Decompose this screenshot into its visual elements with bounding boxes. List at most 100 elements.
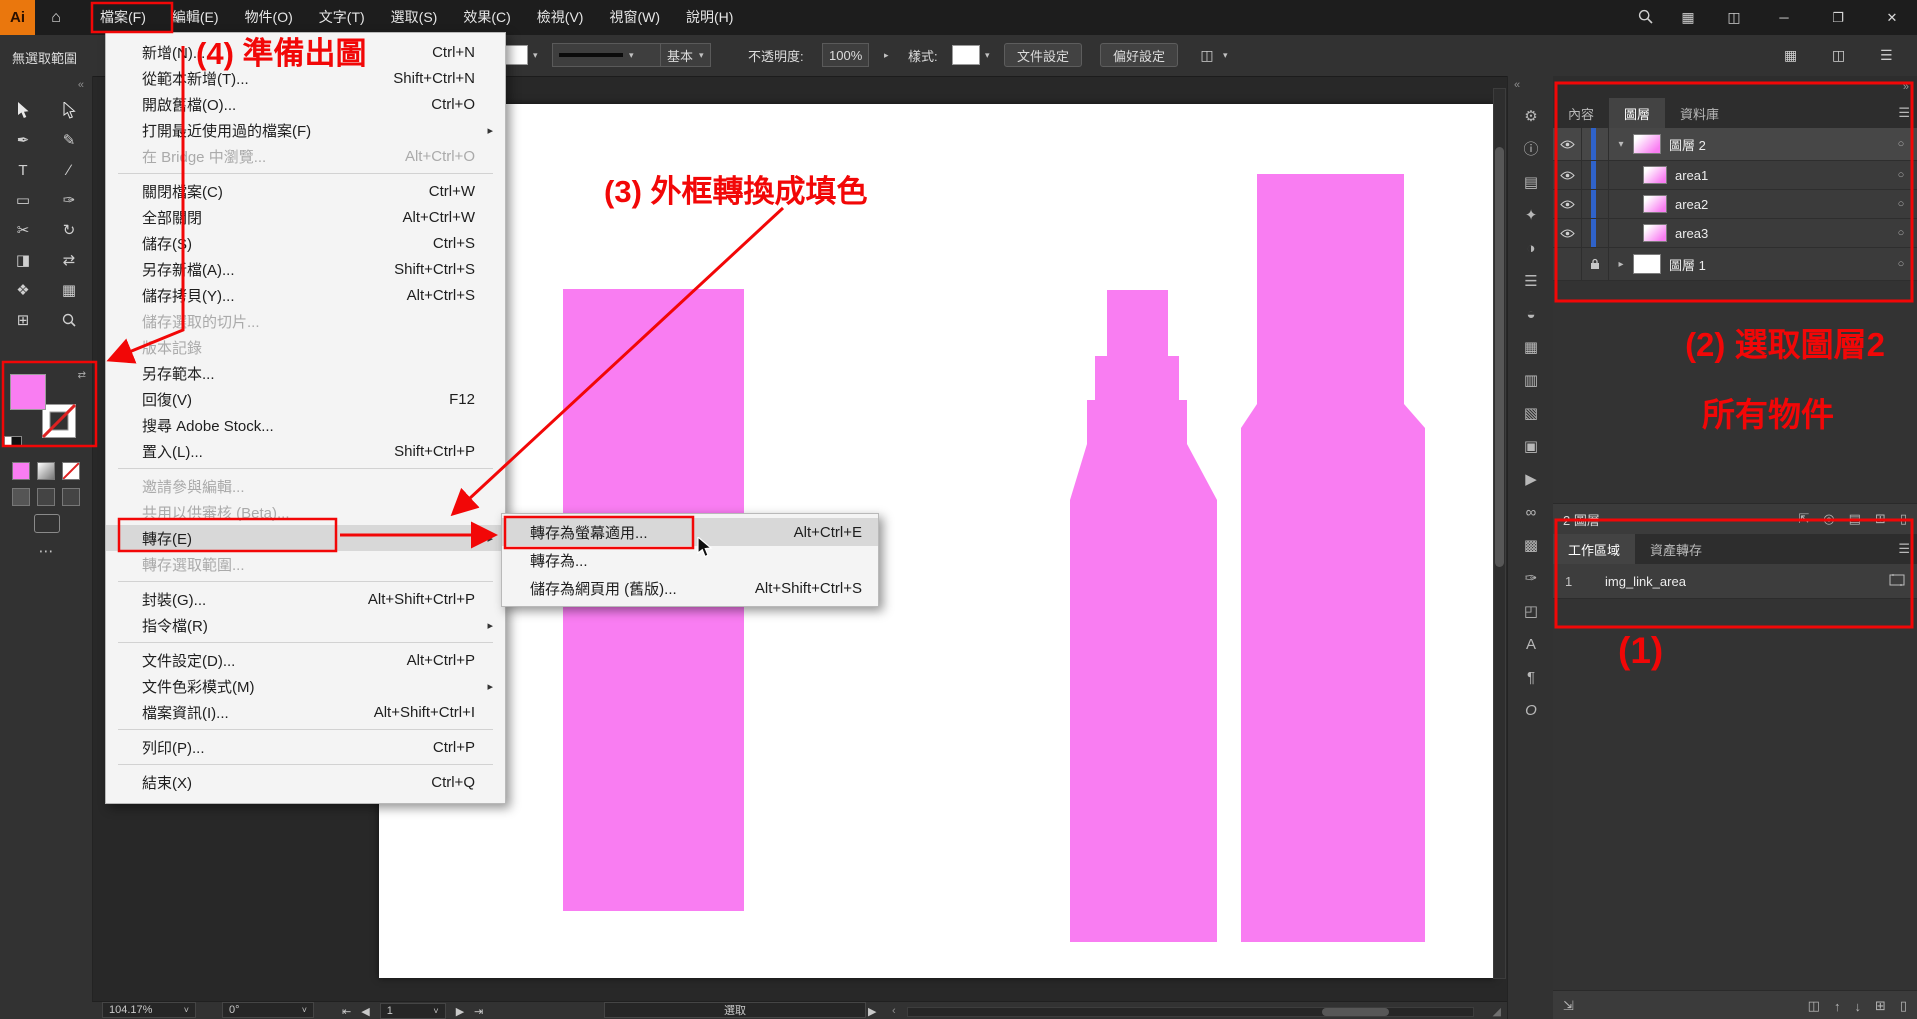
stock-icon[interactable]: ✦ xyxy=(1525,204,1538,227)
menu-item-export-as[interactable]: 轉存為... xyxy=(502,546,878,574)
menu-item-open-recent[interactable]: 打開最近使用過的檔案(F)▸ xyxy=(106,117,505,143)
make-mask-icon[interactable]: ◎ xyxy=(1823,511,1834,527)
locate-object-icon[interactable]: ⇱ xyxy=(1798,511,1809,527)
pen-nib-icon[interactable]: ✑ xyxy=(1525,567,1538,590)
tab-asset-export[interactable]: 資產轉存 xyxy=(1635,534,1717,564)
next-artboard-icon[interactable]: ▶ xyxy=(456,1005,464,1018)
menu-window[interactable]: 視窗(W) xyxy=(596,0,673,35)
menu-select[interactable]: 選取(S) xyxy=(378,0,451,35)
grid-icon[interactable]: ▦ xyxy=(1524,336,1538,359)
artboard-number-dropdown[interactable]: 1˅ xyxy=(380,1003,446,1019)
delete-artboard-icon[interactable]: ▯ xyxy=(1900,998,1907,1014)
artboards-panel-menu-icon[interactable]: ☰ xyxy=(1898,534,1910,564)
direct-selection-tool[interactable] xyxy=(54,98,84,122)
menu-item-new[interactable]: 新增(N)...Ctrl+N xyxy=(106,39,505,65)
mask-mode-icon[interactable] xyxy=(62,488,80,506)
tab-layers[interactable]: 圖層 xyxy=(1609,98,1665,128)
pattern-icon[interactable]: ▧ xyxy=(1524,402,1538,425)
menu-item-document-setup[interactable]: 文件設定(D)...Alt+Ctrl+P xyxy=(106,647,505,673)
home-icon[interactable]: ⌂ xyxy=(35,9,77,27)
menu-item-save-copy[interactable]: 儲存拷貝(Y)...Alt+Ctrl+S xyxy=(106,282,505,308)
rows-icon[interactable]: ▥ xyxy=(1524,369,1538,392)
link-icon[interactable]: ∞ xyxy=(1526,501,1537,524)
paragraph-icon[interactable]: ¶ xyxy=(1527,666,1535,689)
menu-file[interactable]: 檔案(F) xyxy=(87,0,159,35)
type-tool[interactable]: T xyxy=(8,158,38,182)
middle-bottle-shape[interactable] xyxy=(1070,290,1217,942)
zoom-tool[interactable] xyxy=(54,308,84,332)
restore-button[interactable]: ❐ xyxy=(1823,10,1853,26)
object-name[interactable]: area1 xyxy=(1675,168,1885,183)
dock-expand-icon[interactable]: « xyxy=(1508,76,1520,95)
layers-panel-menu-icon[interactable]: ☰ xyxy=(1898,98,1910,128)
layer-row-area2[interactable]: area2 ○ xyxy=(1553,190,1917,219)
first-artboard-icon[interactable]: ⇤ xyxy=(342,1005,351,1018)
previous-artboard-icon[interactable]: ◀ xyxy=(361,1005,369,1018)
visibility-eye-icon[interactable] xyxy=(1553,219,1582,247)
object-thumbnail[interactable] xyxy=(1643,224,1667,242)
menu-item-new-from-template[interactable]: 從範本新增(T)...Shift+Ctrl+N xyxy=(106,65,505,91)
toolbar-collapse-icon[interactable]: « xyxy=(0,76,92,91)
curvature-tool[interactable]: ✎ xyxy=(54,128,84,152)
contrast-icon[interactable]: ◑ xyxy=(1526,237,1535,260)
menu-object[interactable]: 物件(O) xyxy=(232,0,306,35)
gradient-mode-button[interactable] xyxy=(37,462,55,480)
layer-name[interactable]: 圖層 2 xyxy=(1669,135,1885,154)
visibility-eye-icon[interactable] xyxy=(1553,190,1582,218)
toolbar-overflow-button[interactable]: ⋯ xyxy=(0,542,92,560)
visibility-eye-icon[interactable] xyxy=(1553,128,1582,160)
layer-row-layer1[interactable]: ▸ 圖層 1 ○ xyxy=(1553,248,1917,281)
move-down-icon[interactable]: ↓ xyxy=(1854,999,1861,1014)
rotate-tool[interactable]: ↻ xyxy=(54,218,84,242)
artboard-name[interactable]: img_link_area xyxy=(1605,574,1889,589)
layer-selection-column[interactable] xyxy=(1582,128,1609,160)
shade-icon[interactable]: ▩ xyxy=(1524,534,1538,557)
visibility-eye-icon[interactable] xyxy=(1553,161,1582,189)
menu-item-package[interactable]: 封裝(G)...Alt+Shift+Ctrl+P xyxy=(106,586,505,612)
search-icon[interactable] xyxy=(1638,9,1653,27)
horizontal-scrollbar[interactable] xyxy=(907,1007,1474,1017)
artboard-icon[interactable] xyxy=(1889,574,1905,589)
stroke-style-dropdown[interactable]: ▾ xyxy=(552,43,662,67)
opacity-value-field[interactable]: 100% xyxy=(822,43,869,67)
workspace-grid-icon[interactable]: ▦ xyxy=(1677,9,1699,26)
width-tool[interactable]: ⇄ xyxy=(54,248,84,272)
menu-item-close[interactable]: 關閉檔案(C)Ctrl+W xyxy=(106,178,505,204)
layer-thumbnail[interactable] xyxy=(1633,254,1661,274)
menu-item-file-info[interactable]: 檔案資訊(I)...Alt+Shift+Ctrl+I xyxy=(106,699,505,725)
chart-icon[interactable]: ▤ xyxy=(1524,171,1538,194)
move-up-icon[interactable]: ↑ xyxy=(1834,999,1841,1014)
rearrange-artboards-icon[interactable]: ◫ xyxy=(1808,998,1820,1014)
layer-name[interactable]: 圖層 1 xyxy=(1669,255,1885,274)
object-thumbnail[interactable] xyxy=(1643,166,1667,184)
exit-artboard-icon[interactable]: ⇲ xyxy=(1563,998,1574,1014)
crop-icon[interactable]: ◰ xyxy=(1524,600,1538,623)
brush-definition-dropdown[interactable]: 基本▾ xyxy=(660,43,711,67)
collapsed-layer-icon[interactable]: ▸ xyxy=(1609,259,1633,270)
target-circle-icon[interactable]: ○ xyxy=(1885,138,1917,150)
shape-builder-tool[interactable]: ◨ xyxy=(8,248,38,272)
menu-item-save-for-web[interactable]: 儲存為網頁用 (舊版)...Alt+Shift+Ctrl+S xyxy=(502,574,878,602)
menu-item-print[interactable]: 列印(P)...Ctrl+P xyxy=(106,734,505,760)
swatch-icon[interactable]: ▣ xyxy=(1524,435,1538,458)
right-bottle-shape[interactable] xyxy=(1241,174,1425,942)
scroll-left-icon[interactable]: ‹ xyxy=(892,1002,896,1019)
layer-row-area3[interactable]: area3 ○ xyxy=(1553,219,1917,248)
horizontal-scrollbar-thumb[interactable] xyxy=(1322,1008,1389,1016)
rectangle-tool[interactable]: ▭ xyxy=(8,188,38,212)
menu-item-document-color-mode[interactable]: 文件色彩模式(M)▸ xyxy=(106,673,505,699)
menu-item-scripts[interactable]: 指令檔(R)▸ xyxy=(106,612,505,638)
controlbar-menu-icon[interactable]: ☰ xyxy=(1880,43,1902,67)
lock-icon[interactable] xyxy=(1582,248,1609,280)
delete-layer-icon[interactable]: ▯ xyxy=(1900,511,1907,527)
object-thumbnail[interactable] xyxy=(1643,195,1667,213)
color-mode-button[interactable] xyxy=(12,462,30,480)
menu-item-open[interactable]: 開啟舊檔(O)...Ctrl+O xyxy=(106,91,505,117)
graph-tool[interactable]: ▦ xyxy=(54,278,84,302)
opacity-label[interactable]: 不透明度: xyxy=(748,43,804,67)
layer-selection-column[interactable] xyxy=(1582,190,1609,218)
scissors-tool[interactable]: ✂ xyxy=(8,218,38,242)
menu-item-close-all[interactable]: 全部關閉Alt+Ctrl+W xyxy=(106,204,505,230)
layer-thumbnail[interactable] xyxy=(1633,134,1661,154)
menu-edit[interactable]: 編輯(E) xyxy=(159,0,232,35)
